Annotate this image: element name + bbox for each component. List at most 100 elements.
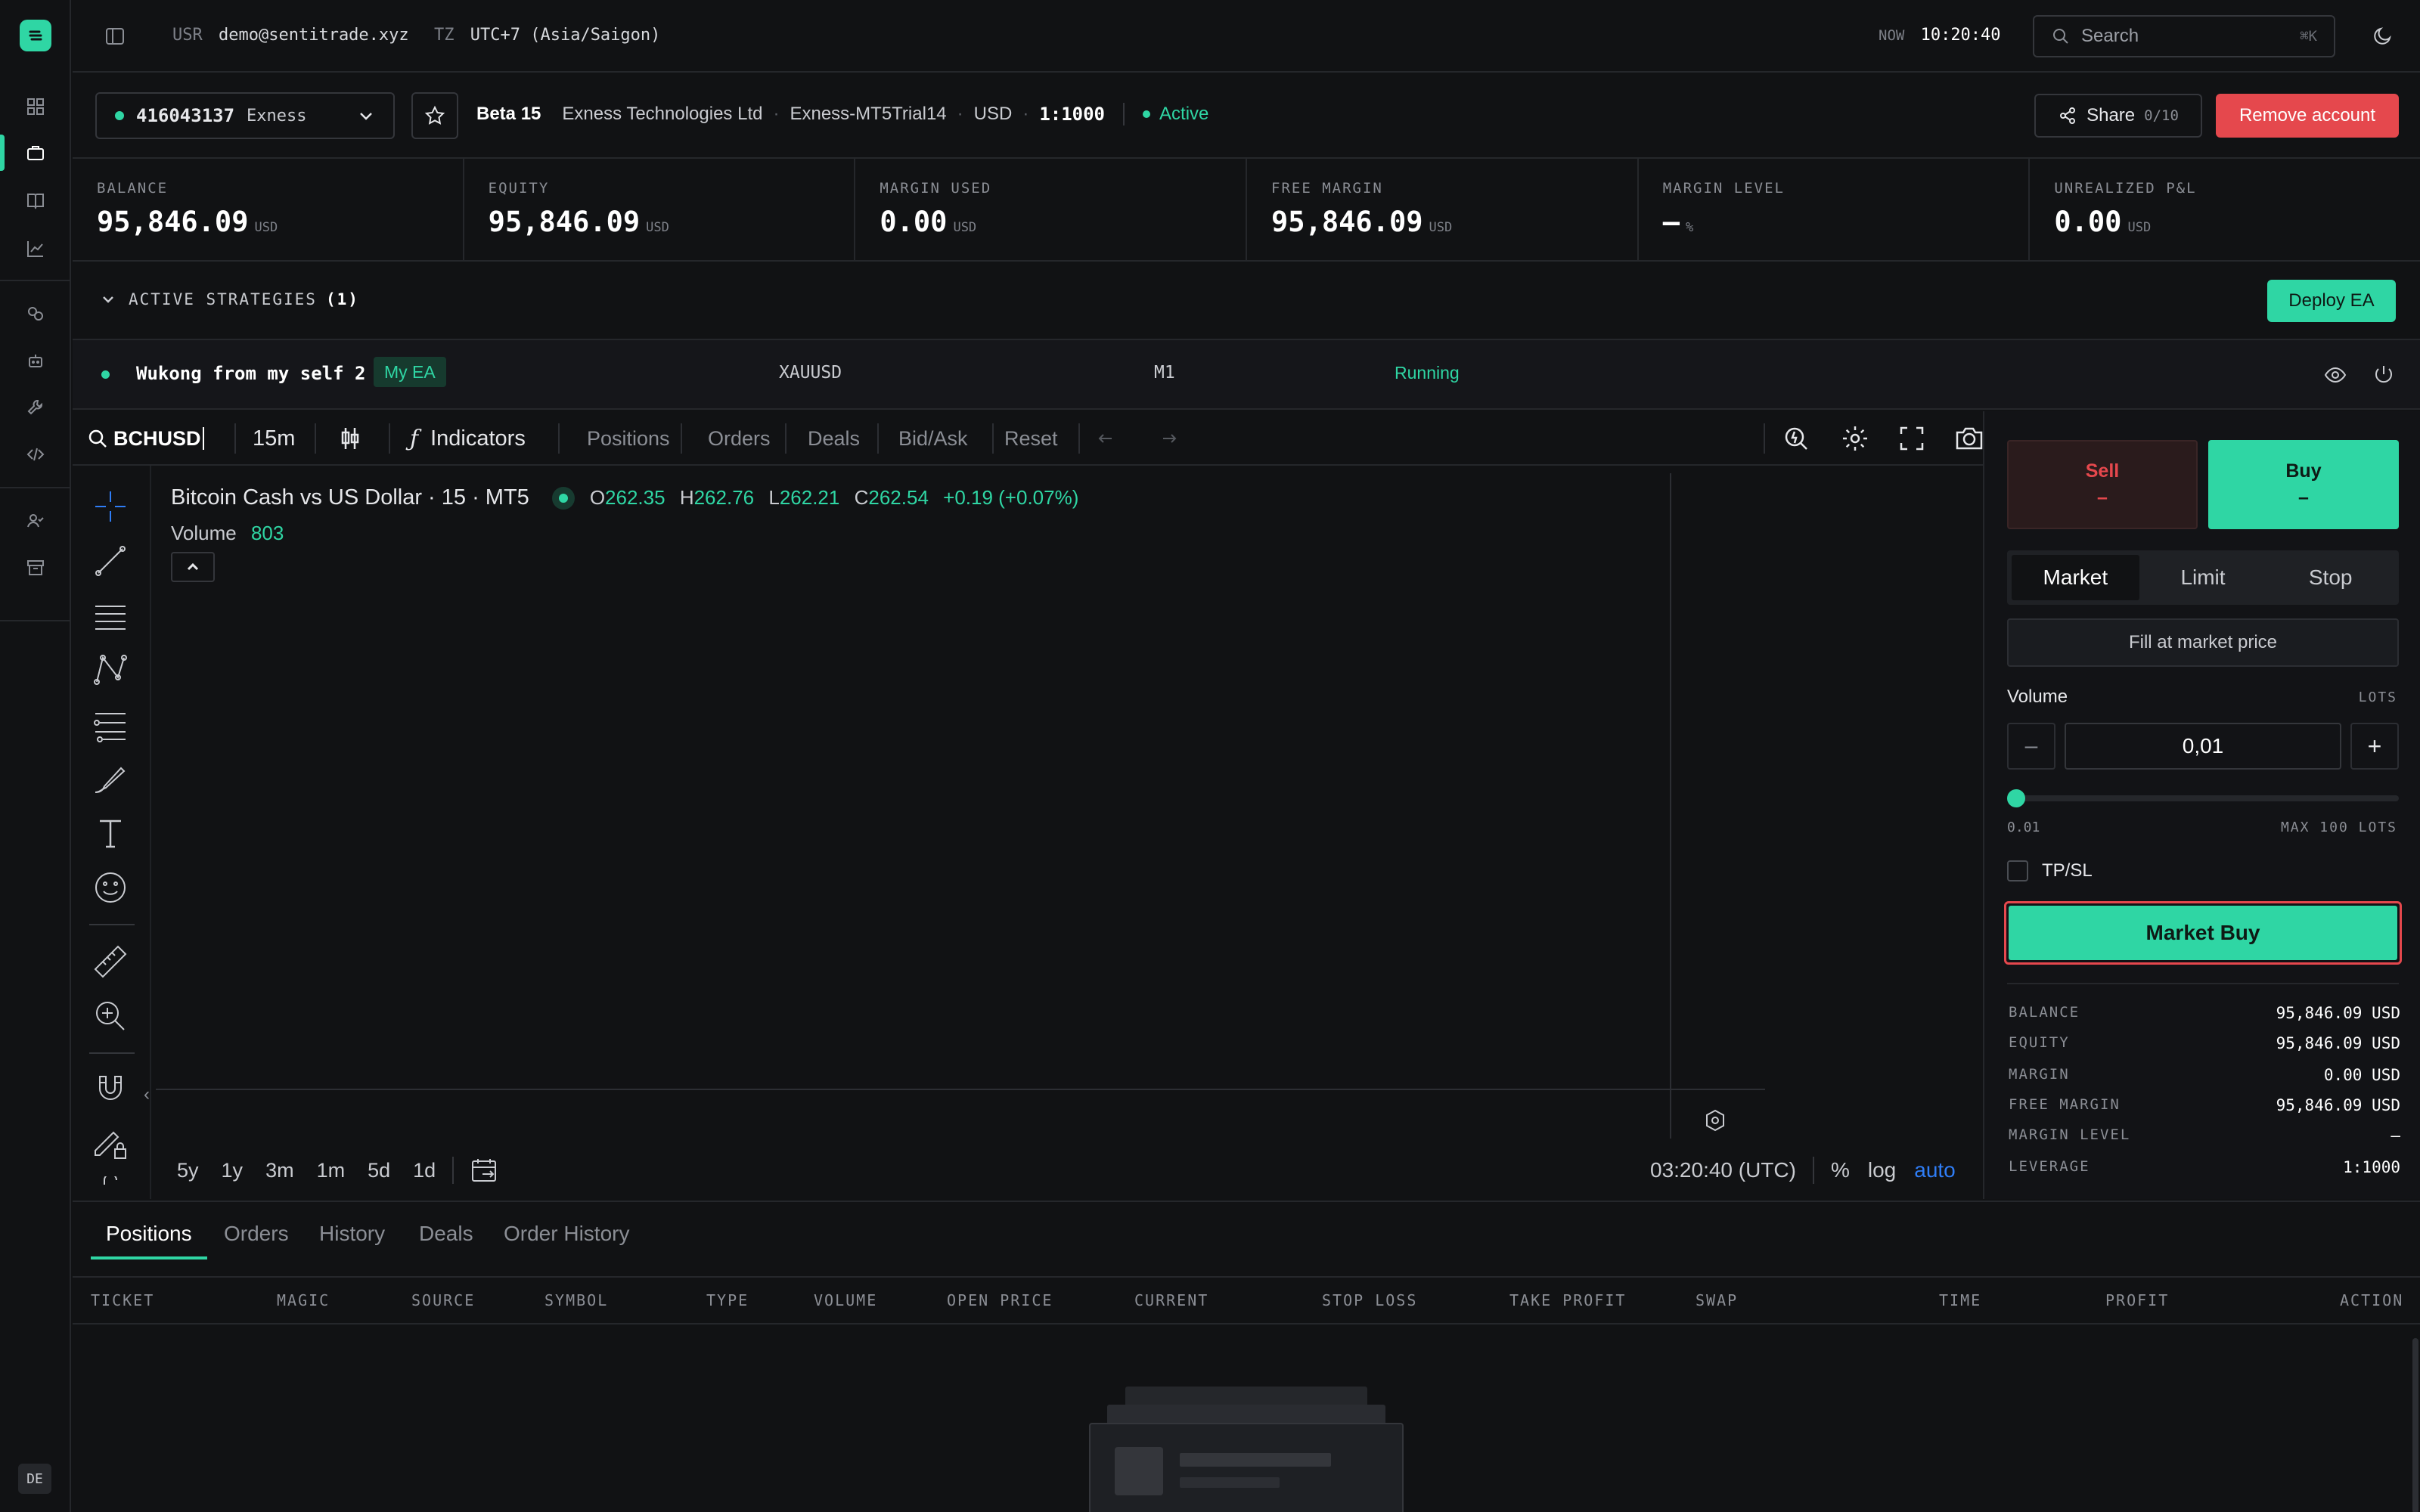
settings-icon[interactable] [1841,411,1869,466]
col-volume[interactable]: VOLUME [814,1291,877,1309]
range-3m[interactable]: 3m [265,1159,294,1182]
power-icon[interactable] [2372,363,2396,387]
emoji-icon[interactable] [92,869,129,906]
brush-icon[interactable] [92,761,129,797]
sidebar-toggle-icon[interactable] [104,26,126,47]
quick-search-icon[interactable] [1782,411,1810,466]
toolbar-positions[interactable]: Positions [587,411,670,466]
order-type-stop[interactable]: Stop [2266,555,2394,600]
volume-slider-thumb[interactable] [2007,789,2025,807]
zoom-in-icon[interactable] [92,998,129,1034]
scale-log[interactable]: log [1868,1158,1896,1182]
col-ticket[interactable]: TICKET [91,1291,154,1309]
remove-account-button[interactable]: Remove account [2216,94,2399,138]
col-profit[interactable]: PROFIT [2105,1291,2169,1309]
toolbar-deals[interactable]: Deals [808,411,860,466]
accounts-icon[interactable] [20,137,51,169]
symbol-search[interactable]: BCHUSD [86,411,204,466]
camera-icon[interactable] [1954,411,1984,466]
deploy-ea-button[interactable]: Deploy EA [2267,280,2396,322]
dashboard-icon[interactable] [20,91,51,122]
eye-icon[interactable] [2323,363,2347,387]
tpsl-checkbox[interactable] [2007,860,2028,881]
archive-icon[interactable] [20,552,51,584]
volume-slider[interactable] [2007,789,2399,807]
search-input[interactable]: Search ⌘K [2033,15,2335,57]
app-logo[interactable] [20,20,51,51]
symbol-input[interactable]: BCHUSD [113,427,201,451]
account-select[interactable]: 416043137 Exness [95,92,395,139]
fib-levels-icon[interactable] [92,706,129,742]
buy-button[interactable]: Buy – [2208,440,2399,529]
link-icon[interactable] [20,298,51,330]
range-1y[interactable]: 1y [222,1159,244,1182]
book-icon[interactable] [20,184,51,216]
fullscreen-icon[interactable] [1898,411,1925,466]
text-tool-icon[interactable] [92,815,129,851]
scrollbar[interactable] [2412,1338,2418,1512]
lock-pencil-icon[interactable] [92,1125,129,1161]
market-buy-button[interactable]: Market Buy [2009,906,2397,960]
range-5d[interactable]: 5d [368,1159,390,1182]
horizontal-lines-icon[interactable] [92,597,129,634]
toolbar-orders[interactable]: Orders [708,411,771,466]
tpsl-toggle[interactable]: TP/SL [2007,860,2093,881]
toolbar-reset[interactable]: Reset [1004,411,1058,466]
candle-type-icon[interactable] [339,411,361,466]
col-current[interactable]: CURRENT [1134,1291,1208,1309]
range-1m[interactable]: 1m [317,1159,346,1182]
col-take-profit[interactable]: TAKE PROFIT [1509,1291,1626,1309]
wrench-icon[interactable] [20,392,51,423]
col-swap[interactable]: SWAP [1696,1291,1738,1309]
robot-icon[interactable] [20,345,51,376]
code-icon[interactable] [20,438,51,470]
volume-increment-button[interactable]: + [2350,723,2399,770]
collapse-legend-button[interactable] [171,552,215,582]
crosshair-icon[interactable] [92,488,129,525]
volume-input[interactable]: 0,01 [2065,723,2341,770]
col-open-price[interactable]: OPEN PRICE [947,1291,1053,1309]
order-type-limit[interactable]: Limit [2139,555,2267,600]
col-action[interactable]: ACTION [2340,1291,2403,1309]
indicators-button[interactable]: ƒ Indicators [410,411,526,466]
sell-button[interactable]: Sell – [2007,440,2198,529]
col-time[interactable]: TIME [1939,1291,1981,1309]
undo-icon[interactable] [1097,411,1121,466]
interval-select[interactable]: 15m [253,411,295,466]
col-stop-loss[interactable]: STOP LOSS [1322,1291,1417,1309]
ruler-icon[interactable] [92,943,129,980]
tab-positions[interactable]: Positions [106,1222,192,1246]
col-magic[interactable]: MAGIC [277,1291,330,1309]
go-to-date-icon[interactable] [470,1157,499,1184]
language-switch[interactable]: DE [18,1464,51,1494]
tab-history[interactable]: History [319,1222,385,1246]
share-button[interactable]: Share 0/10 [2034,94,2202,138]
col-symbol[interactable]: SYMBOL [544,1291,608,1309]
chart-canvas[interactable]: Bitcoin Cash vs US Dollar · 15 · MT5 O26… [144,466,1983,1199]
range-1d[interactable]: 1d [413,1159,436,1182]
users-icon[interactable] [20,505,51,537]
col-source[interactable]: SOURCE [411,1291,475,1309]
col-type[interactable]: TYPE [706,1291,749,1309]
magnet-icon[interactable] [92,1070,129,1107]
strategies-toggle[interactable]: ACTIVE STRATEGIES (1) [100,290,359,308]
tab-order-history[interactable]: Order History [504,1222,629,1246]
tab-orders[interactable]: Orders [224,1222,289,1246]
scale-auto[interactable]: auto [1914,1158,1956,1182]
lock-icon[interactable] [92,1176,129,1199]
strategy-row[interactable]: Wukong from my self 2 My EA XAUUSD M1 Ru… [73,340,2420,410]
moon-icon[interactable] [2372,24,2394,47]
range-5y[interactable]: 5y [177,1159,199,1182]
favorite-button[interactable] [411,92,458,139]
scale-settings-icon[interactable] [1703,1108,1727,1132]
volume-decrement-button[interactable]: – [2007,723,2055,770]
order-type-market[interactable]: Market [2012,555,2139,600]
redo-icon[interactable] [1154,411,1178,466]
pattern-icon[interactable] [92,652,129,688]
scroll-left-icon[interactable]: ‹ [144,1084,150,1105]
trend-line-icon[interactable] [92,543,129,579]
scale-percent[interactable]: % [1831,1158,1850,1182]
tab-deals[interactable]: Deals [419,1222,473,1246]
toolbar-bid-ask[interactable]: Bid/Ask [898,411,968,466]
chart-line-icon[interactable] [20,233,51,265]
